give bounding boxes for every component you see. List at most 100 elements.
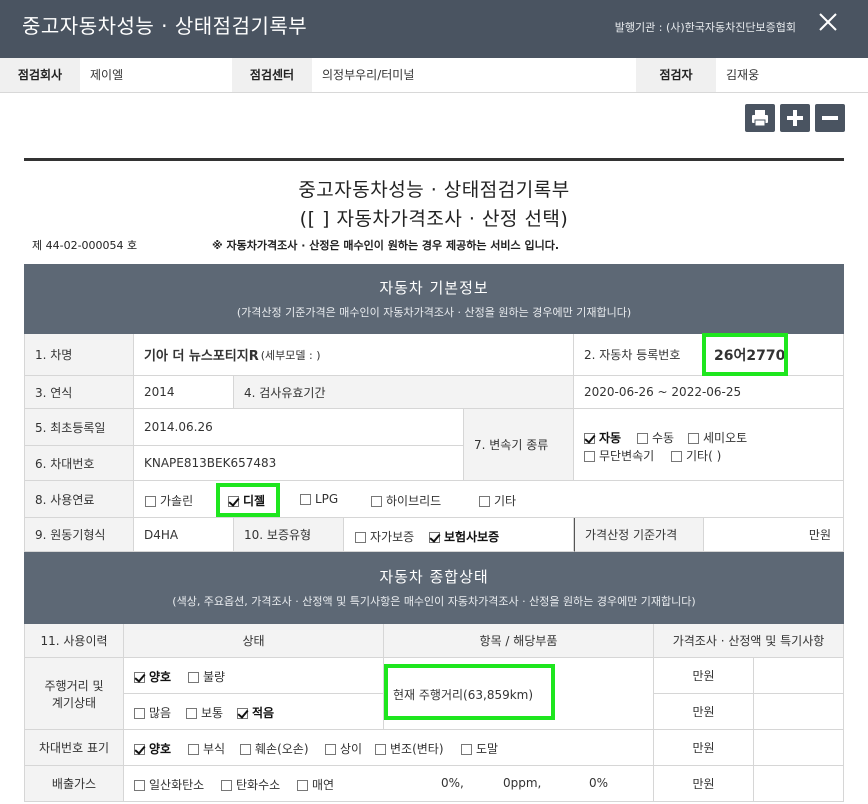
company-label: 점검회사 bbox=[0, 58, 80, 92]
highlight-reg-no bbox=[702, 333, 788, 376]
checkbox-icon bbox=[371, 496, 382, 507]
fuel-hybrid[interactable]: 하이브리드 bbox=[371, 492, 441, 509]
vin-mark-smeared[interactable]: 도말 bbox=[461, 740, 498, 757]
col-item: 항목 / 해당부품 bbox=[384, 624, 654, 658]
mileage-note-2 bbox=[754, 694, 844, 730]
print-button[interactable] bbox=[745, 104, 775, 132]
warranty-self[interactable]: 자가보증 bbox=[355, 528, 414, 545]
document-title: 중고자동차성능 · 상태점검기록부 bbox=[298, 179, 570, 201]
service-notice: ※ 자동차가격조사 · 산정은 매수인이 원하는 경우 제공하는 서비스 입니다… bbox=[212, 239, 559, 252]
close-icon[interactable] bbox=[818, 12, 838, 32]
checkbox-icon bbox=[584, 451, 595, 462]
car-name-label: 1. 차명 bbox=[24, 334, 134, 376]
plus-icon bbox=[787, 110, 803, 126]
price-base-label: 가격산정 기준가격 bbox=[574, 518, 704, 552]
emission-co[interactable]: 일산화탄소 bbox=[134, 776, 204, 793]
mileage-good-label: 양호 bbox=[149, 670, 172, 684]
transmission-semiauto[interactable]: 세미오토 bbox=[688, 429, 747, 446]
title-bar: 중고자동차성능 · 상태점검기록부 발행기관 : (사)한국자동차진단보증협회 bbox=[0, 0, 868, 58]
emission-hc[interactable]: 탄화수소 bbox=[221, 776, 280, 793]
center-label: 점검센터 bbox=[232, 58, 312, 92]
document-subtitle: ([ ] 자동차가격조사 · 산정 선택) bbox=[299, 208, 569, 230]
mileage-normal[interactable]: 보통 bbox=[186, 704, 223, 721]
publisher-text: 발행기관 : (사)한국자동차진단보증협회 bbox=[614, 21, 796, 34]
car-name-value: 기아 더 뉴스포티지R bbox=[144, 349, 259, 364]
highlight-diesel bbox=[216, 483, 280, 517]
checkbox-checked-icon bbox=[134, 744, 145, 755]
inspector-value: 김재웅 bbox=[726, 68, 760, 82]
emission-co-value: 0%, bbox=[441, 776, 464, 790]
transmission-other[interactable]: 기타( ) bbox=[671, 447, 721, 464]
emission-co-label: 일산화탄소 bbox=[149, 778, 205, 792]
expand-button[interactable] bbox=[780, 104, 810, 132]
reg-no-label: 2. 자동차 등록번호 bbox=[574, 334, 704, 376]
checkbox-icon bbox=[134, 708, 145, 719]
vin-mark-note bbox=[754, 730, 844, 766]
mileage-bad[interactable]: 불량 bbox=[188, 668, 225, 685]
emission-hc-label: 탄화수소 bbox=[236, 778, 281, 792]
fuel-gasoline[interactable]: 가솔린 bbox=[145, 492, 193, 509]
checkbox-icon bbox=[355, 532, 366, 543]
mileage-note-1 bbox=[754, 658, 844, 694]
fuel-lpg-label: LPG bbox=[315, 492, 339, 506]
vin-mark-corrosion[interactable]: 부식 bbox=[188, 740, 225, 757]
checkbox-icon bbox=[325, 744, 336, 755]
vin-mark-damaged-label: 훼손(오손) bbox=[255, 742, 309, 756]
mileage-normal-label: 보통 bbox=[201, 706, 224, 720]
transmission-label: 7. 변속기 종류 bbox=[464, 409, 574, 481]
warranty-insurer-label: 보험사보증 bbox=[444, 530, 500, 544]
inspect-period-label: 4. 검사유효기간 bbox=[234, 376, 574, 409]
col-state: 상태 bbox=[124, 624, 384, 658]
emission-smoke-label: 매연 bbox=[312, 778, 335, 792]
emission-smoke[interactable]: 매연 bbox=[297, 776, 334, 793]
checkbox-icon bbox=[188, 744, 199, 755]
vin-mark-price-unit: 만원 bbox=[654, 730, 754, 766]
transmission-auto-label: 자동 bbox=[599, 431, 622, 445]
transmission-auto[interactable]: 자동 bbox=[584, 429, 621, 446]
year-value: 2014 bbox=[134, 376, 234, 409]
vin-mark-mismatch-label: 상이 bbox=[340, 742, 363, 756]
transmission-manual-label: 수동 bbox=[652, 431, 675, 445]
fuel-other[interactable]: 기타 bbox=[479, 492, 516, 509]
company-value: 제이엘 bbox=[90, 68, 124, 82]
basic-info-heading: 자동차 기본정보 bbox=[379, 279, 489, 297]
emission-hc-value: 0ppm, bbox=[503, 776, 542, 790]
checkbox-icon bbox=[461, 744, 472, 755]
mileage-low[interactable]: 적음 bbox=[237, 704, 274, 721]
vin-label: 6. 차대번호 bbox=[24, 446, 134, 481]
mileage-high[interactable]: 많음 bbox=[134, 704, 171, 721]
checkbox-checked-icon bbox=[134, 672, 145, 683]
minus-icon bbox=[822, 116, 838, 120]
vin-mark-corrosion-label: 부식 bbox=[203, 742, 226, 756]
checkbox-icon bbox=[297, 780, 308, 791]
overall-state-heading: 자동차 종합상태 bbox=[379, 568, 489, 586]
fuel-gasoline-label: 가솔린 bbox=[160, 494, 194, 508]
highlight-mileage bbox=[384, 664, 555, 720]
checkbox-icon bbox=[671, 451, 682, 462]
warranty-label: 10. 보증유형 bbox=[234, 518, 344, 552]
first-reg-label: 5. 최초등록일 bbox=[24, 409, 134, 446]
fuel-label: 8. 사용연료 bbox=[24, 481, 134, 518]
basic-info-subheading: (가격산정 기준가격은 매수인이 자동차가격조사 · 산정을 원하는 경우에만 … bbox=[236, 306, 632, 319]
mileage-bad-label: 불량 bbox=[203, 670, 226, 684]
mileage-good[interactable]: 양호 bbox=[134, 668, 171, 685]
center-value: 의정부우리/터미널 bbox=[322, 68, 415, 82]
vin-mark-altered[interactable]: 변조(변타) bbox=[375, 740, 444, 757]
transmission-manual[interactable]: 수동 bbox=[637, 429, 674, 446]
collapse-button[interactable] bbox=[815, 104, 845, 132]
emission-note bbox=[754, 766, 844, 802]
transmission-cvt[interactable]: 무단변속기 bbox=[584, 447, 654, 464]
car-name-cell: 기아 더 뉴스포티지R (세부모델 : ) bbox=[134, 334, 574, 376]
vin-mark-damaged[interactable]: 훼손(오손) bbox=[240, 740, 309, 757]
vin-mark-good[interactable]: 양호 bbox=[134, 740, 171, 757]
transmission-semiauto-label: 세미오토 bbox=[703, 431, 748, 445]
vin-mark-mismatch[interactable]: 상이 bbox=[325, 740, 362, 757]
emission-smoke-value: 0% bbox=[589, 776, 609, 790]
col-price-notes: 가격조사 · 산정액 및 특기사항 bbox=[654, 624, 844, 658]
warranty-insurer[interactable]: 보험사보증 bbox=[429, 528, 499, 545]
checkbox-icon bbox=[186, 708, 197, 719]
fuel-lpg[interactable]: LPG bbox=[300, 492, 338, 506]
car-model-detail: (세부모델 : ) bbox=[260, 348, 321, 362]
checkbox-checked-icon bbox=[237, 708, 248, 719]
checkbox-icon bbox=[145, 496, 156, 507]
